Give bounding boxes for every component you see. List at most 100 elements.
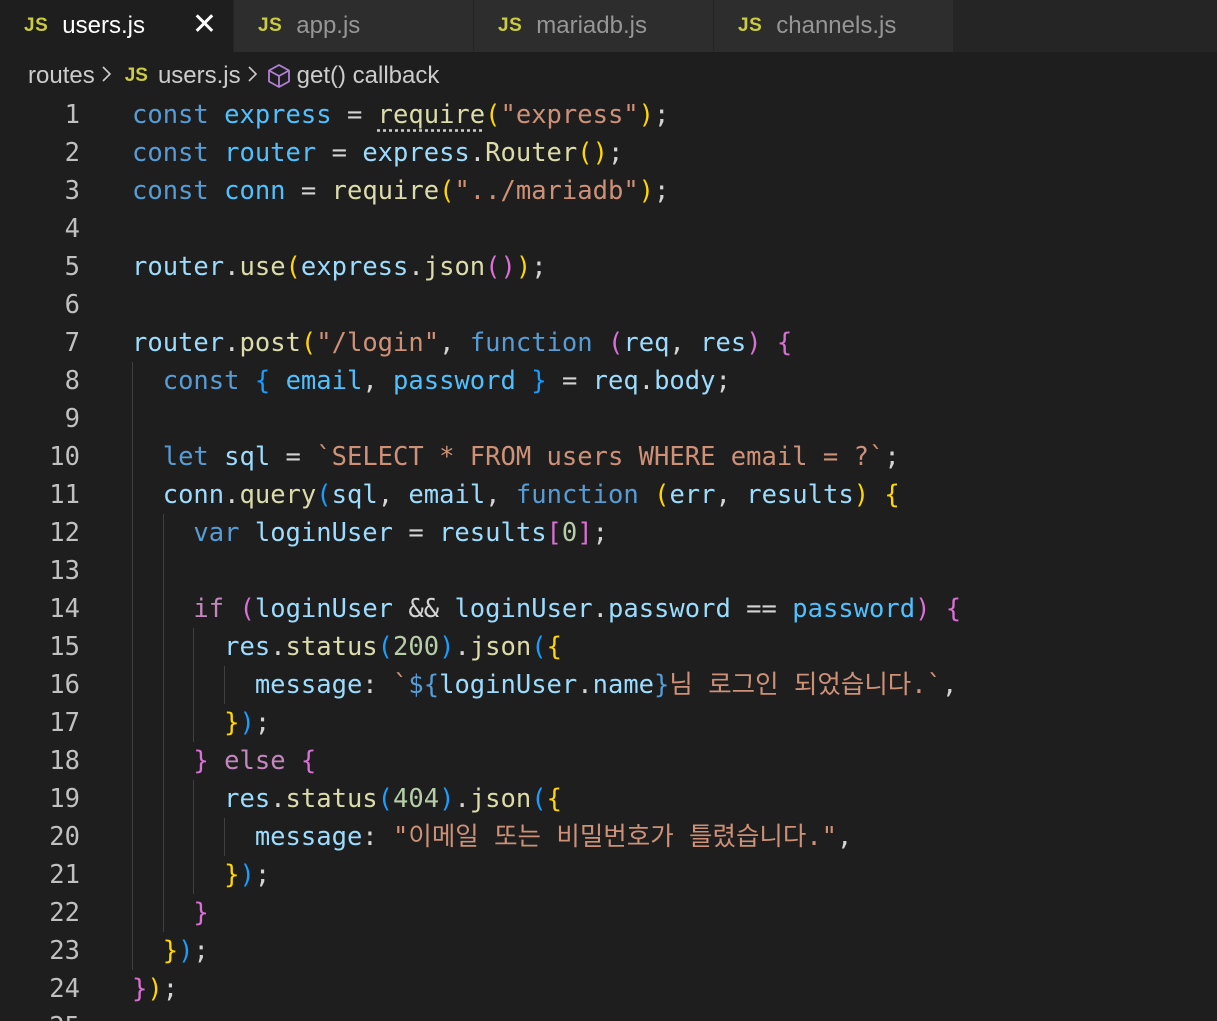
code-line[interactable]: 18 } else { (0, 742, 1217, 780)
code-line[interactable]: 8 const { email, password } = req.body; (0, 362, 1217, 400)
code-line[interactable]: 12 var loginUser = results[0]; (0, 514, 1217, 552)
code-token: ( (485, 100, 501, 130)
code-line[interactable]: 24}); (0, 970, 1217, 1008)
code-token: ) (239, 708, 255, 738)
code-token: . (224, 480, 240, 510)
code-text[interactable]: res.status(200).json({ (132, 628, 562, 666)
code-line[interactable]: 13 (0, 552, 1217, 590)
code-token: ) (500, 252, 516, 282)
code-line[interactable]: 7 router.post("/login", function (req, re… (0, 324, 1217, 362)
code-line[interactable]: 15 res.status(200).json({ (0, 628, 1217, 666)
code-text[interactable]: let sql = `SELECT * FROM users WHERE ema… (132, 438, 900, 476)
code-text[interactable]: conn.query(sql, email, function (err, re… (132, 476, 900, 514)
code-text[interactable]: const express = require("express"); (132, 96, 669, 134)
indent-guide (224, 818, 226, 856)
code-token: } (193, 746, 209, 776)
code-token: } (531, 366, 547, 396)
code-text[interactable]: }); (132, 932, 209, 970)
code-token: 404 (393, 784, 440, 814)
code-line[interactable]: 21 }); (0, 856, 1217, 894)
line-number: 3 (64, 176, 80, 206)
code-line[interactable]: 11 conn.query(sql, email, function (err,… (0, 476, 1217, 514)
code-editor[interactable]: 1 const express = require("express"); 2 con… (0, 96, 1217, 1021)
breadcrumb-file[interactable]: users.js (158, 62, 241, 90)
tab-users-js[interactable]: JS users.js ✕ (0, 0, 234, 52)
tab-mariadb-js[interactable]: JS mariadb.js (474, 0, 714, 52)
line-number: 12 (49, 518, 80, 548)
indent-guide (193, 628, 195, 742)
code-token: ( (531, 632, 547, 662)
tab-app-js[interactable]: JS app.js (234, 0, 474, 52)
code-line[interactable]: 20 message: "이메일 또는 비밀번호가 틀렸습니다.", (0, 818, 1217, 856)
line-number: 1 (64, 100, 80, 130)
code-token: status (285, 784, 378, 814)
tab-label: mariadb.js (536, 12, 647, 39)
code-line[interactable]: 4 (0, 210, 1217, 248)
breadcrumb-folder[interactable]: routes (28, 62, 95, 90)
code-text[interactable]: if (loginUser && loginUser.password == p… (132, 590, 961, 628)
code-token: req (592, 366, 639, 396)
code-token: : (362, 670, 394, 700)
code-text[interactable]: const conn = require("../mariadb"); (132, 172, 669, 210)
code-line[interactable]: 22 } (0, 894, 1217, 932)
code-token: conn (162, 480, 225, 510)
code-line[interactable]: 25 (0, 1008, 1217, 1021)
code-text[interactable]: message: `${loginUser.name}님 로그인 되었습니다.`… (132, 666, 958, 704)
code-token: body (654, 366, 716, 396)
code-token: ; (592, 518, 608, 548)
code-line[interactable]: 23 }); (0, 932, 1217, 970)
close-icon[interactable]: ✕ (192, 6, 217, 44)
code-text[interactable]: message: "이메일 또는 비밀번호가 틀렸습니다.", (132, 818, 853, 856)
code-token: loginUser (454, 594, 593, 624)
code-text[interactable]: const router = express.Router(); (132, 134, 623, 172)
indent-guide (162, 514, 164, 932)
code-text[interactable]: } (132, 894, 209, 932)
code-line[interactable]: 6 (0, 286, 1217, 324)
javascript-file-icon: JS (124, 65, 148, 86)
code-token: . (224, 328, 240, 358)
code-text[interactable]: router.use(express.json()); (132, 248, 547, 286)
code-line[interactable]: 10 let sql = `SELECT * FROM users WHERE … (0, 438, 1217, 476)
tab-channels-js[interactable]: JS channels.js (714, 0, 954, 52)
code-token: message (254, 670, 363, 700)
code-text[interactable]: res.status(404).json({ (132, 780, 562, 818)
code-line[interactable]: 3 const conn = require("../mariadb"); (0, 172, 1217, 210)
code-line[interactable]: 9 (0, 400, 1217, 438)
code-token: . (592, 594, 608, 624)
code-line[interactable]: 16 message: `${loginUser.name}님 로그인 되었습니… (0, 666, 1217, 704)
code-text[interactable]: const { email, password } = req.body; (132, 362, 731, 400)
code-text[interactable]: }); (132, 704, 270, 742)
code-line[interactable]: 5 router.use(express.json()); (0, 248, 1217, 286)
code-token: res (224, 784, 271, 814)
code-token: ; (607, 138, 624, 168)
line-number: 9 (64, 404, 80, 434)
code-text[interactable]: }); (132, 856, 270, 894)
code-token: 님 로그인 되었습니다.` (669, 670, 942, 700)
code-token: ) (592, 138, 608, 168)
code-token: const (132, 138, 209, 168)
line-number: 15 (49, 632, 80, 662)
code-line[interactable]: 14 if (loginUser && loginUser.password =… (0, 590, 1217, 628)
code-token: sql (224, 442, 271, 472)
breadcrumb-symbol[interactable]: get() callback (297, 62, 440, 90)
code-text[interactable]: router.post("/login", function (req, res… (132, 324, 792, 362)
code-token: ) (746, 328, 762, 358)
code-token: ; (254, 708, 271, 738)
code-token: } (193, 898, 209, 928)
code-token: = (285, 176, 332, 206)
code-line[interactable]: 17 }); (0, 704, 1217, 742)
code-text[interactable]: }); (132, 970, 178, 1008)
code-token: { (945, 594, 962, 624)
code-token: ( (485, 252, 501, 282)
code-line[interactable]: 2 const router = express.Router(); (0, 134, 1217, 172)
code-line[interactable]: 19 res.status(404).json({ (0, 780, 1217, 818)
line-number: 6 (64, 290, 80, 320)
code-text[interactable]: var loginUser = results[0]; (132, 514, 608, 552)
code-text[interactable]: } else { (132, 742, 316, 780)
code-line[interactable]: 1 const express = require("express"); (0, 96, 1217, 134)
code-token: ) (853, 480, 870, 510)
